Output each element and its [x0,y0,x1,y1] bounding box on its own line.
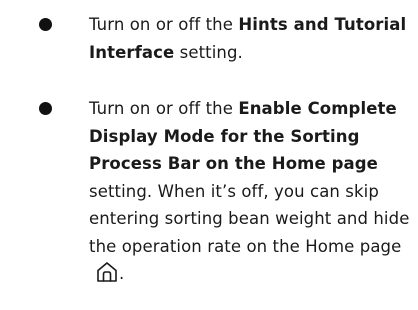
bullet-icon [39,18,52,31]
item-text: Turn on or off the Hints and Tutorial In… [89,11,415,66]
item-prefix: Turn on or off the [89,99,239,118]
item-prefix: Turn on or off the [89,15,239,34]
item-end: . [119,264,125,283]
home-icon [97,262,117,282]
item-suffix: setting. When it’s off, you can skip ent… [89,181,410,256]
item-text: Turn on or off the Enable Complete Displ… [89,95,415,288]
item-suffix: setting. [174,42,243,62]
bullet-icon [39,102,52,115]
